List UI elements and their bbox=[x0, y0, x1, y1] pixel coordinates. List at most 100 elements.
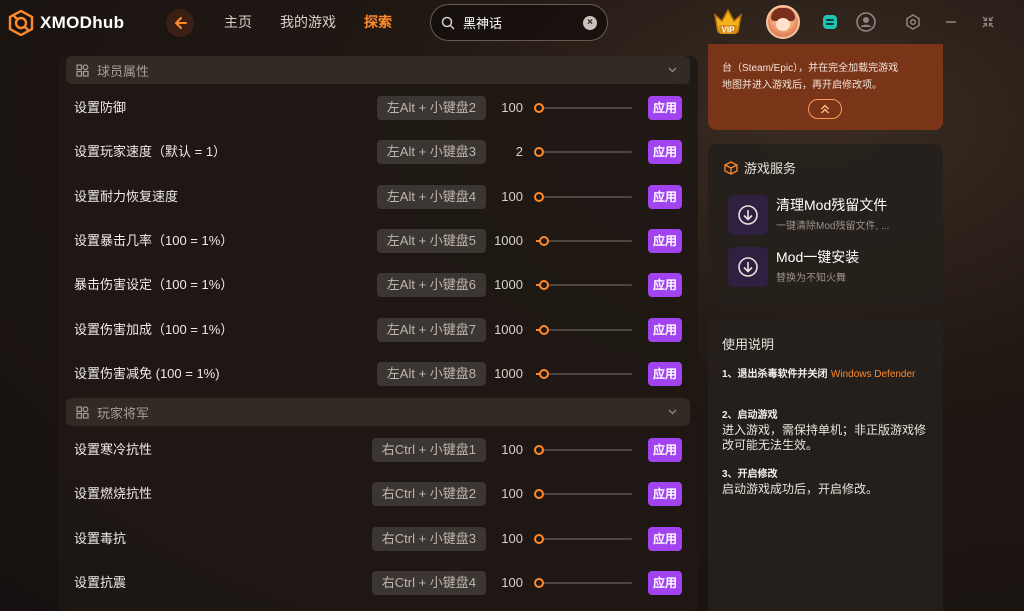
option-label: 设置玩家速度（默认 = 1） bbox=[74, 144, 227, 160]
option-label: 设置防御 bbox=[74, 100, 127, 115]
value-slider[interactable] bbox=[534, 191, 632, 202]
download-icon bbox=[728, 195, 768, 235]
apply-button[interactable]: 应用 bbox=[648, 361, 682, 386]
option-row: 设置耐力恢复速度 左Alt + 小键盘4 100 应用 bbox=[58, 175, 698, 219]
grid-icon bbox=[76, 405, 89, 419]
app-name: XMODhub bbox=[40, 13, 125, 32]
back-button[interactable] bbox=[166, 9, 194, 37]
slider-knob[interactable] bbox=[534, 533, 544, 544]
slider-knob[interactable] bbox=[534, 577, 544, 588]
option-label: 设置伤害减免 (100 = 1%) bbox=[74, 365, 220, 381]
apply-button[interactable]: 应用 bbox=[648, 570, 682, 595]
hotkey-badge[interactable]: 左Alt + 小键盘3 bbox=[376, 140, 486, 165]
notice-line-2: 地图并进入游戏后，再开启修改项。 bbox=[722, 80, 882, 91]
shrink-icon[interactable] bbox=[978, 12, 998, 32]
value-slider[interactable] bbox=[534, 489, 632, 500]
mod-options-panel: 球员属性 设置防御 左Alt + 小键盘2 100 应用 设置玩家速度（默认 = 1） 左A… bbox=[58, 56, 698, 611]
service-clean-mod[interactable]: 清理Mod残留文件 一键清除Mod残留文件, ... bbox=[728, 193, 938, 235]
slider-knob[interactable] bbox=[534, 103, 544, 113]
hotkey-badge[interactable]: 左Alt + 小键盘2 bbox=[376, 96, 486, 120]
apply-button[interactable]: 应用 bbox=[648, 526, 682, 551]
xmod-logo-icon bbox=[8, 10, 34, 36]
avatar[interactable] bbox=[766, 5, 800, 39]
search-icon bbox=[441, 16, 455, 30]
option-value: 100 bbox=[501, 574, 523, 590]
guide-step-1: 1、退出杀毒软件并关闭 Windows Defender bbox=[722, 366, 934, 382]
slider-knob[interactable] bbox=[539, 235, 549, 246]
apply-button[interactable]: 应用 bbox=[648, 438, 682, 462]
notice-card: 台（Steam/Epic），并在完全加载完游戏 地图并进入游戏后，再开启修改项。 bbox=[708, 44, 943, 130]
apply-button[interactable]: 应用 bbox=[648, 96, 682, 120]
option-label: 设置寒冷抗性 bbox=[74, 442, 153, 457]
value-slider[interactable] bbox=[536, 235, 632, 246]
option-value: 1000 bbox=[494, 232, 523, 248]
clear-icon[interactable]: × bbox=[583, 15, 597, 30]
nav-my-games[interactable]: 我的游戏 bbox=[280, 12, 336, 32]
app-logo[interactable]: XMODhub bbox=[8, 10, 124, 36]
box-icon bbox=[724, 160, 738, 175]
game-services-title: 游戏服务 bbox=[724, 158, 796, 177]
collapse-button[interactable] bbox=[808, 99, 842, 119]
option-value: 100 bbox=[501, 486, 523, 502]
section-title: 球员属性 bbox=[97, 63, 150, 79]
slider-knob[interactable] bbox=[539, 368, 549, 379]
slider-knob[interactable] bbox=[534, 191, 544, 202]
apply-button[interactable]: 应用 bbox=[648, 228, 682, 253]
search-input[interactable]: 黑神话 bbox=[463, 13, 583, 32]
apply-button[interactable]: 应用 bbox=[648, 140, 682, 165]
value-slider[interactable] bbox=[534, 147, 632, 158]
apply-button[interactable]: 应用 bbox=[648, 317, 682, 342]
service-desc: 替换为不知火舞 bbox=[776, 273, 846, 284]
main-nav: 主页 我的游戏 探索 bbox=[224, 12, 392, 32]
value-slider[interactable] bbox=[536, 280, 632, 291]
apply-button[interactable]: 应用 bbox=[648, 482, 682, 507]
option-label: 设置暴击几率（100 = 1%） bbox=[74, 232, 234, 248]
option-label: 设置耐力恢复速度 bbox=[74, 188, 179, 204]
section-header[interactable]: 玩家将军 bbox=[66, 398, 690, 426]
slider-knob[interactable] bbox=[539, 324, 549, 335]
hotkey-badge[interactable]: 左Alt + 小键盘5 bbox=[376, 228, 486, 253]
minimize-icon[interactable] bbox=[941, 12, 961, 32]
mod-manager-icon[interactable] bbox=[820, 12, 840, 32]
vip-badge[interactable]: VIP bbox=[711, 5, 745, 39]
nav-home[interactable]: 主页 bbox=[224, 12, 252, 32]
value-slider[interactable] bbox=[534, 577, 632, 588]
option-value: 2 bbox=[515, 144, 523, 160]
option-label: 设置毒抗 bbox=[74, 530, 127, 546]
hotkey-badge[interactable]: 左Alt + 小键盘4 bbox=[376, 184, 486, 209]
apply-button[interactable]: 应用 bbox=[648, 273, 682, 298]
grid-icon bbox=[76, 63, 89, 77]
slider-knob[interactable] bbox=[534, 489, 544, 500]
user-silhouette-icon[interactable] bbox=[856, 12, 876, 32]
service-name: Mod一键安装 bbox=[776, 249, 860, 265]
slider-knob[interactable] bbox=[534, 147, 544, 158]
search-box[interactable]: 黑神话 × bbox=[430, 4, 608, 41]
step-highlight: Windows Defender bbox=[830, 369, 916, 380]
slider-knob[interactable] bbox=[539, 280, 549, 291]
guide-title: 使用说明 bbox=[722, 337, 775, 352]
service-install-mod[interactable]: Mod一键安装 替换为不知火舞 bbox=[728, 245, 938, 287]
value-slider[interactable] bbox=[534, 103, 632, 113]
option-row: 设置防御 左Alt + 小键盘2 100 应用 bbox=[58, 86, 698, 130]
apply-button[interactable]: 应用 bbox=[648, 184, 682, 209]
hotkey-badge[interactable]: 右Ctrl + 小键盘3 bbox=[371, 526, 486, 551]
vip-crown-icon: VIP bbox=[713, 8, 743, 35]
hotkey-badge[interactable]: 右Ctrl + 小键盘4 bbox=[371, 570, 486, 595]
hotkey-badge[interactable]: 左Alt + 小键盘7 bbox=[376, 317, 486, 342]
section-header[interactable]: 球员属性 bbox=[66, 56, 690, 84]
value-slider[interactable] bbox=[536, 324, 632, 335]
hotkey-badge[interactable]: 右Ctrl + 小键盘2 bbox=[371, 482, 486, 507]
value-slider[interactable] bbox=[534, 533, 632, 544]
hotkey-badge[interactable]: 右Ctrl + 小键盘1 bbox=[371, 438, 486, 462]
hotkey-badge[interactable]: 左Alt + 小键盘6 bbox=[376, 273, 486, 298]
option-label: 设置伤害加成（100 = 1%） bbox=[74, 321, 234, 337]
option-value: 1000 bbox=[494, 277, 523, 293]
value-slider[interactable] bbox=[536, 368, 632, 379]
value-slider[interactable] bbox=[534, 445, 632, 455]
nav-explore[interactable]: 探索 bbox=[364, 12, 392, 32]
option-value: 1000 bbox=[494, 365, 523, 381]
hotkey-badge[interactable]: 左Alt + 小键盘8 bbox=[376, 361, 486, 386]
chevron-down-icon bbox=[668, 67, 677, 73]
slider-knob[interactable] bbox=[534, 445, 544, 455]
settings-icon[interactable] bbox=[903, 12, 923, 32]
